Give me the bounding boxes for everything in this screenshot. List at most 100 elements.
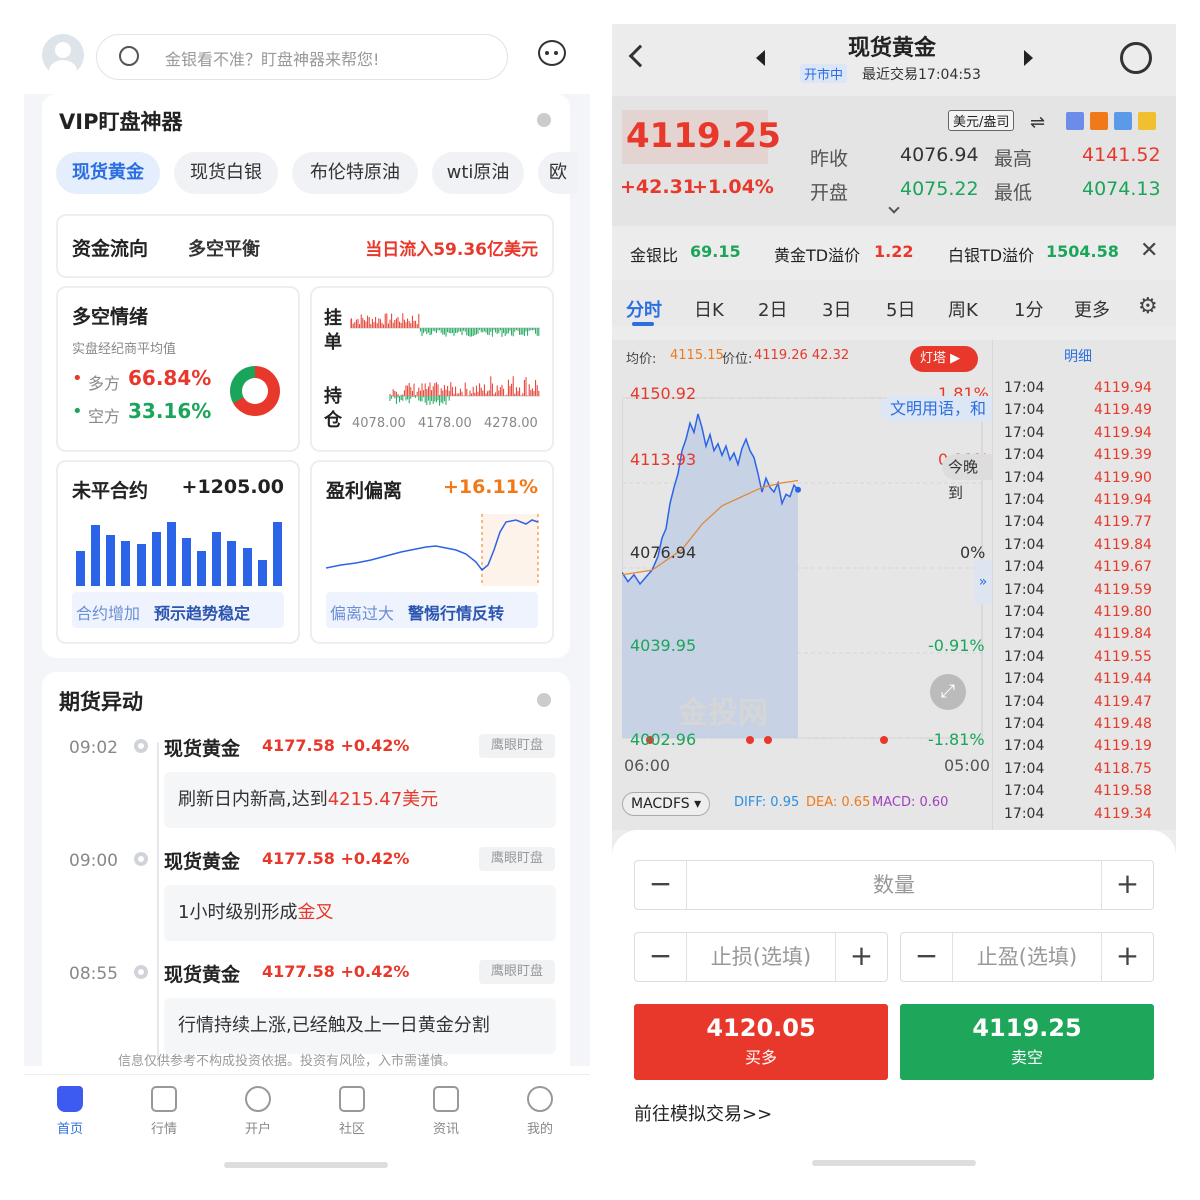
event-detail[interactable]: 1小时级别形成金叉 [164,885,556,941]
tool-icon-2[interactable] [1090,112,1108,130]
expand-side-icon[interactable]: » [974,560,992,604]
tab-intraday[interactable]: 分时 [626,296,662,322]
unit-selector[interactable]: 美元/盎司 [948,110,1015,131]
detail-price: 4119.59 [1094,581,1152,598]
nav-divider [24,1074,590,1075]
pl-deviation-panel[interactable]: 盈利偏离 +16.11% 偏离过大 警惕行情反转 [310,460,554,644]
plus-icon[interactable]: + [1101,861,1153,909]
event-text: 刷新日内新高,达到 [178,789,328,810]
detail-time: 17:04 [1004,380,1045,396]
short-dot: • [72,401,83,422]
event-detail[interactable]: 行情持续上涨,已经触及上一日黄金分割 [164,998,556,1054]
event-name[interactable]: 现货黄金 [164,734,240,761]
prev-icon[interactable] [756,50,765,66]
swap-icon[interactable]: ⇌ [1030,112,1045,133]
disclaimer: 信息仅供参考不构成投资依据。投资有风险，入市需谨慎。 [118,1054,457,1069]
search-bar[interactable]: 金银看不准？盯盘神器来帮您! [96,34,508,80]
tab-2day[interactable]: 2日 [758,296,787,322]
tab-spot-gold[interactable]: 现货黄金 [56,152,160,194]
td-gold-label: 黄金TD溢价 [774,246,861,265]
tab-spot-silver[interactable]: 现货白银 [174,152,278,194]
capital-flow-panel[interactable]: 资金流向 多空平衡 当日流入59.36亿美元 [56,214,554,278]
take-profit-field[interactable]: 止盈(选填) − + [900,932,1154,982]
avatar[interactable] [42,34,84,76]
info-dot-icon[interactable] [537,693,551,707]
nav-market[interactable]: 行情 [134,1086,194,1137]
tab-brent[interactable]: 布伦特原油 [292,152,418,194]
event-text: 1小时级别形成 [178,902,298,923]
detail-time: 17:04 [1004,805,1045,822]
minus-icon[interactable]: − [901,933,953,981]
buy-price: 4120.05 [706,1014,816,1042]
tab-1min[interactable]: 1分 [1014,296,1043,322]
stop-loss-field[interactable]: 止损(选填) − + [634,932,888,982]
message-icon[interactable] [538,40,566,66]
detail-price: 4119.34 [1094,805,1152,822]
indicator-selector[interactable]: MACDFS ▾ [622,792,711,816]
tool-icon-1[interactable] [1066,112,1084,130]
oi-bar [212,531,222,586]
close-icon[interactable]: ✕ [1140,238,1158,263]
open-interest-panel[interactable]: 未平合约 +1205.00 合约增加 预示趋势稳定 [56,460,300,644]
td-silver-value: 1504.58 [1046,242,1119,261]
settings-gear-icon[interactable]: ⚙ [1138,294,1158,319]
tool-icon-3[interactable] [1114,112,1132,130]
info-dot-icon[interactable] [537,113,551,127]
oi-bar [136,544,146,586]
event-detail[interactable]: 刷新日内新高,达到4215.47美元 [164,772,556,828]
detail-time: 17:04 [1004,604,1045,620]
nav-news[interactable]: 资讯 [416,1086,476,1137]
nav-label: 资讯 [432,1122,459,1137]
pos-value: 4119.26 42.32 [754,348,850,363]
short-label: 空方 [88,407,121,426]
event-change: 4177.58 +0.42% [262,736,410,755]
minus-icon[interactable]: − [635,933,687,981]
dea-value: DEA: 0.65 [806,795,871,810]
plus-icon[interactable]: + [835,933,887,981]
event-name[interactable]: 现货黄金 [164,847,240,874]
detail-header[interactable]: 明细 [1064,346,1092,366]
sell-button[interactable]: 4119.25 卖空 [900,1004,1154,1080]
right-app: 现货黄金 开市中 最近交易17:04:53 4119.25 +42.31 +1.… [612,24,1176,1174]
oi-title: 未平合约 [72,480,149,502]
refresh-icon[interactable] [1120,42,1152,74]
page-title: 现货黄金 [848,36,937,61]
simulated-trading-link[interactable]: 前往模拟交易>> [634,1100,772,1126]
plus-icon[interactable]: + [1101,933,1153,981]
tab-5day[interactable]: 5日 [886,296,915,322]
quantity-field[interactable]: 数量 − + [634,860,1154,910]
tab-eur[interactable]: 欧 [538,152,578,194]
chat-overlay-1[interactable]: 文明用语，和 [880,396,992,422]
event-tag: 鹰眼盯盘 [479,960,555,984]
tool-icon-4[interactable] [1138,112,1156,130]
indicator-label: MACDFS [631,796,690,812]
detail-price: 4119.94 [1094,380,1152,396]
back-icon[interactable] [628,44,652,68]
timeline-dot [134,739,148,753]
lighthouse-button[interactable]: 灯塔 ▶ [910,346,978,372]
tab-3day[interactable]: 3日 [822,296,851,322]
detail-time: 17:04 [1004,447,1045,464]
time-start: 06:00 [624,756,671,775]
low-value: 4074.13 [1082,178,1161,200]
long-label: 多方 [88,374,121,393]
detail-price: 4118.75 [1094,760,1152,777]
nav-account[interactable]: 开户 [228,1086,288,1137]
order-position-panel[interactable]: 挂 单 持 仓 4078.00 4178.00 4278.00 [310,286,554,452]
minus-icon[interactable]: − [635,861,687,909]
next-icon[interactable] [1024,50,1033,66]
detail-time: 17:04 [1004,671,1045,688]
chat-overlay-2[interactable]: 今晚到 [942,454,992,502]
tab-more[interactable]: 更多 [1074,296,1110,322]
nav-community[interactable]: 社区 [322,1086,382,1137]
fullscreen-icon[interactable]: ⤢ [930,674,966,710]
sentiment-panel[interactable]: 多空情绪 实盘经纪商平均值 • 多方 66.84% • 空方 33.16% [56,286,300,452]
tab-daily[interactable]: 日K [694,296,724,322]
nav-home[interactable]: 首页 [40,1086,100,1137]
home-icon [57,1086,83,1112]
nav-me[interactable]: 我的 [510,1086,570,1137]
event-name[interactable]: 现货黄金 [164,960,240,987]
tab-wti[interactable]: wti原油 [432,152,524,194]
tab-weekly[interactable]: 周K [948,296,978,322]
buy-button[interactable]: 4120.05 买多 [634,1004,888,1080]
